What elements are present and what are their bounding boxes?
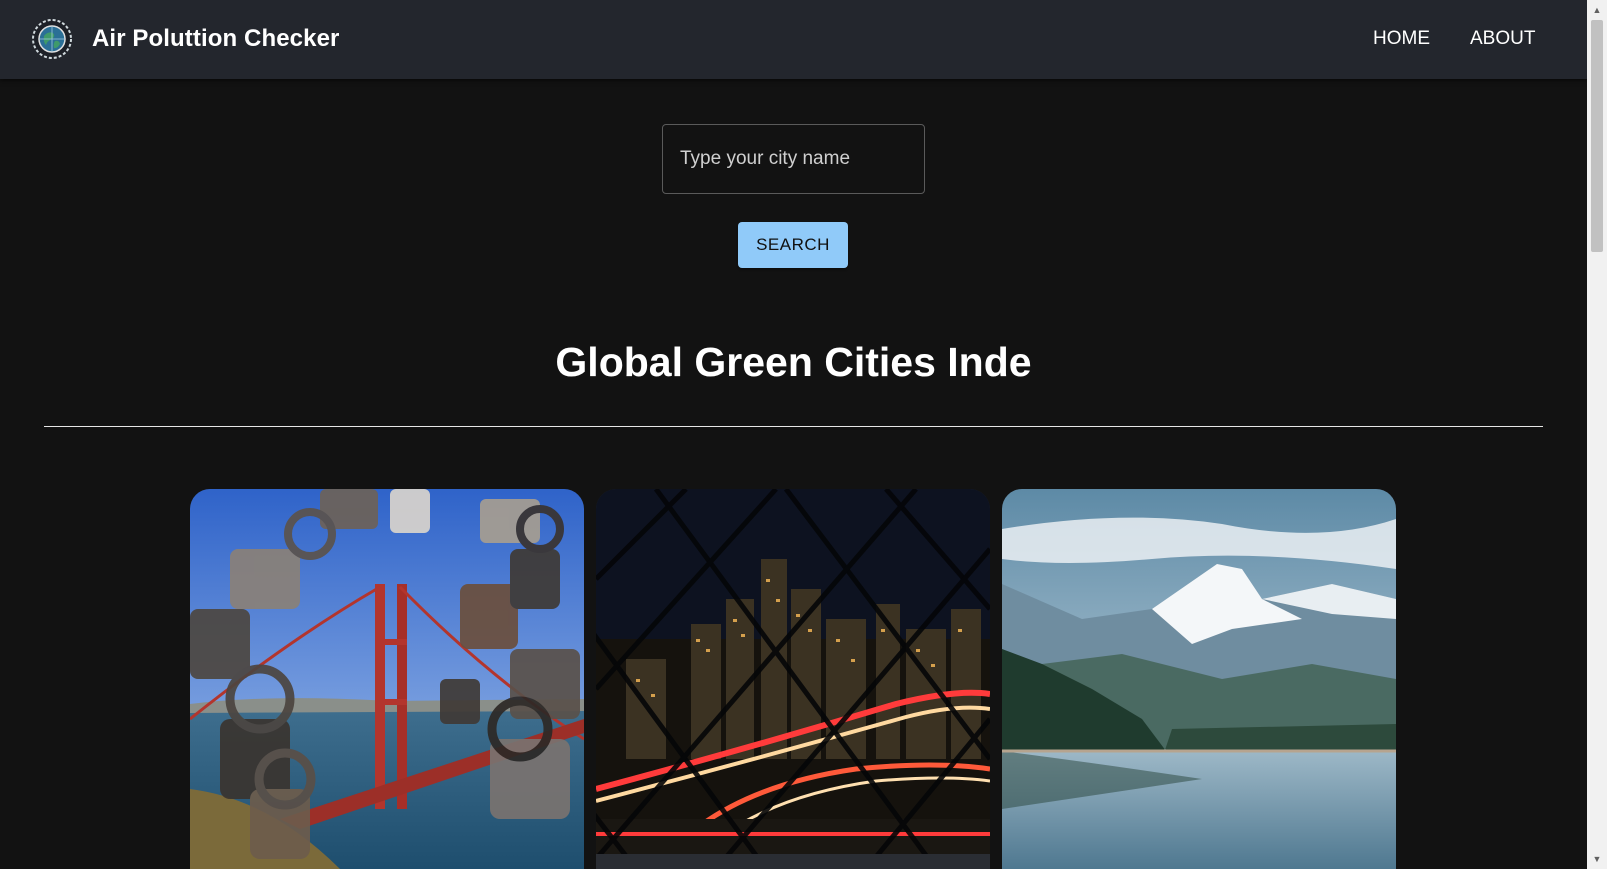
city-card-mountain-lake[interactable]	[1002, 489, 1396, 869]
section-divider	[44, 426, 1543, 427]
page: Air Poluttion Checker HOME ABOUT SEARCH …	[0, 0, 1607, 869]
scroll-down-arrow-icon[interactable]: ▼	[1587, 851, 1607, 867]
globe-icon[interactable]	[32, 19, 72, 59]
golden-gate-image	[190, 489, 584, 869]
mountain-lake-image	[1002, 489, 1396, 869]
city-search-input[interactable]	[662, 124, 925, 194]
page-scrollbar[interactable]: ▲ ▼	[1587, 0, 1607, 869]
scroll-up-arrow-icon[interactable]: ▲	[1587, 2, 1607, 18]
scrollbar-thumb[interactable]	[1591, 20, 1603, 252]
night-skyline-image	[596, 489, 990, 869]
app-title[interactable]: Air Poluttion Checker	[92, 22, 339, 56]
city-card-night-skyline[interactable]	[596, 489, 990, 869]
section-heading: Global Green Cities Inde	[555, 339, 1032, 385]
search-button[interactable]: SEARCH	[738, 222, 848, 268]
nav-about-link[interactable]: ABOUT	[1470, 27, 1535, 51]
app-bar: Air Poluttion Checker HOME ABOUT	[0, 0, 1587, 79]
nav-home-link[interactable]: HOME	[1373, 27, 1430, 51]
city-card-golden-gate[interactable]	[190, 489, 584, 869]
